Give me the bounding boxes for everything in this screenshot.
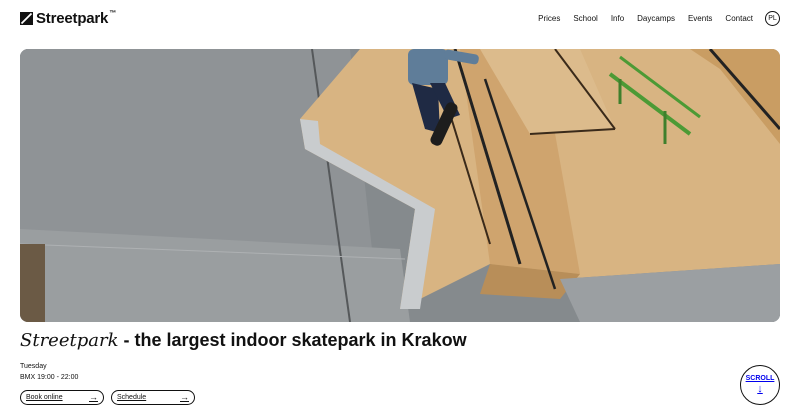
schedule-button[interactable]: Schedule →	[111, 390, 195, 405]
hero-video	[20, 49, 780, 322]
schedule-label: Schedule	[117, 394, 147, 401]
page-title: Streetpark - the largest indoor skatepar…	[20, 330, 467, 351]
trademark-symbol: ™	[109, 10, 117, 17]
nav-events[interactable]: Events	[688, 14, 712, 23]
schedule-hours: BMX 19:00 - 22:00	[20, 374, 79, 381]
book-online-button[interactable]: Book online →	[20, 390, 104, 405]
streetpark-logo-icon	[20, 12, 33, 25]
nav-daycamps[interactable]: Daycamps	[637, 14, 675, 23]
brand-logo[interactable]: Streetpark ™	[20, 10, 116, 27]
brand-name: Streetpark	[36, 10, 109, 27]
title-rest: - the largest indoor skatepark in Krakow	[118, 330, 467, 350]
schedule-day: Tuesday	[20, 363, 47, 370]
skatepark-scene	[20, 49, 780, 322]
language-switch[interactable]: PL	[765, 11, 780, 26]
site-header: Streetpark ™ Prices School Info Daycamps…	[0, 0, 800, 40]
book-online-label: Book online	[26, 394, 63, 401]
nav-prices[interactable]: Prices	[538, 14, 560, 23]
scroll-button[interactable]: SCROLL ↓	[740, 365, 780, 405]
nav-contact[interactable]: Contact	[725, 14, 753, 23]
arrow-right-icon: →	[89, 392, 98, 402]
arrow-right-icon: →	[180, 392, 189, 402]
nav-info[interactable]: Info	[611, 14, 624, 23]
arrow-down-icon: ↓	[757, 383, 763, 395]
main-nav: Prices School Info Daycamps Events Conta…	[538, 14, 753, 23]
scroll-label: SCROLL	[745, 375, 775, 382]
title-brand: Streetpark	[20, 330, 119, 351]
nav-school[interactable]: School	[573, 14, 597, 23]
